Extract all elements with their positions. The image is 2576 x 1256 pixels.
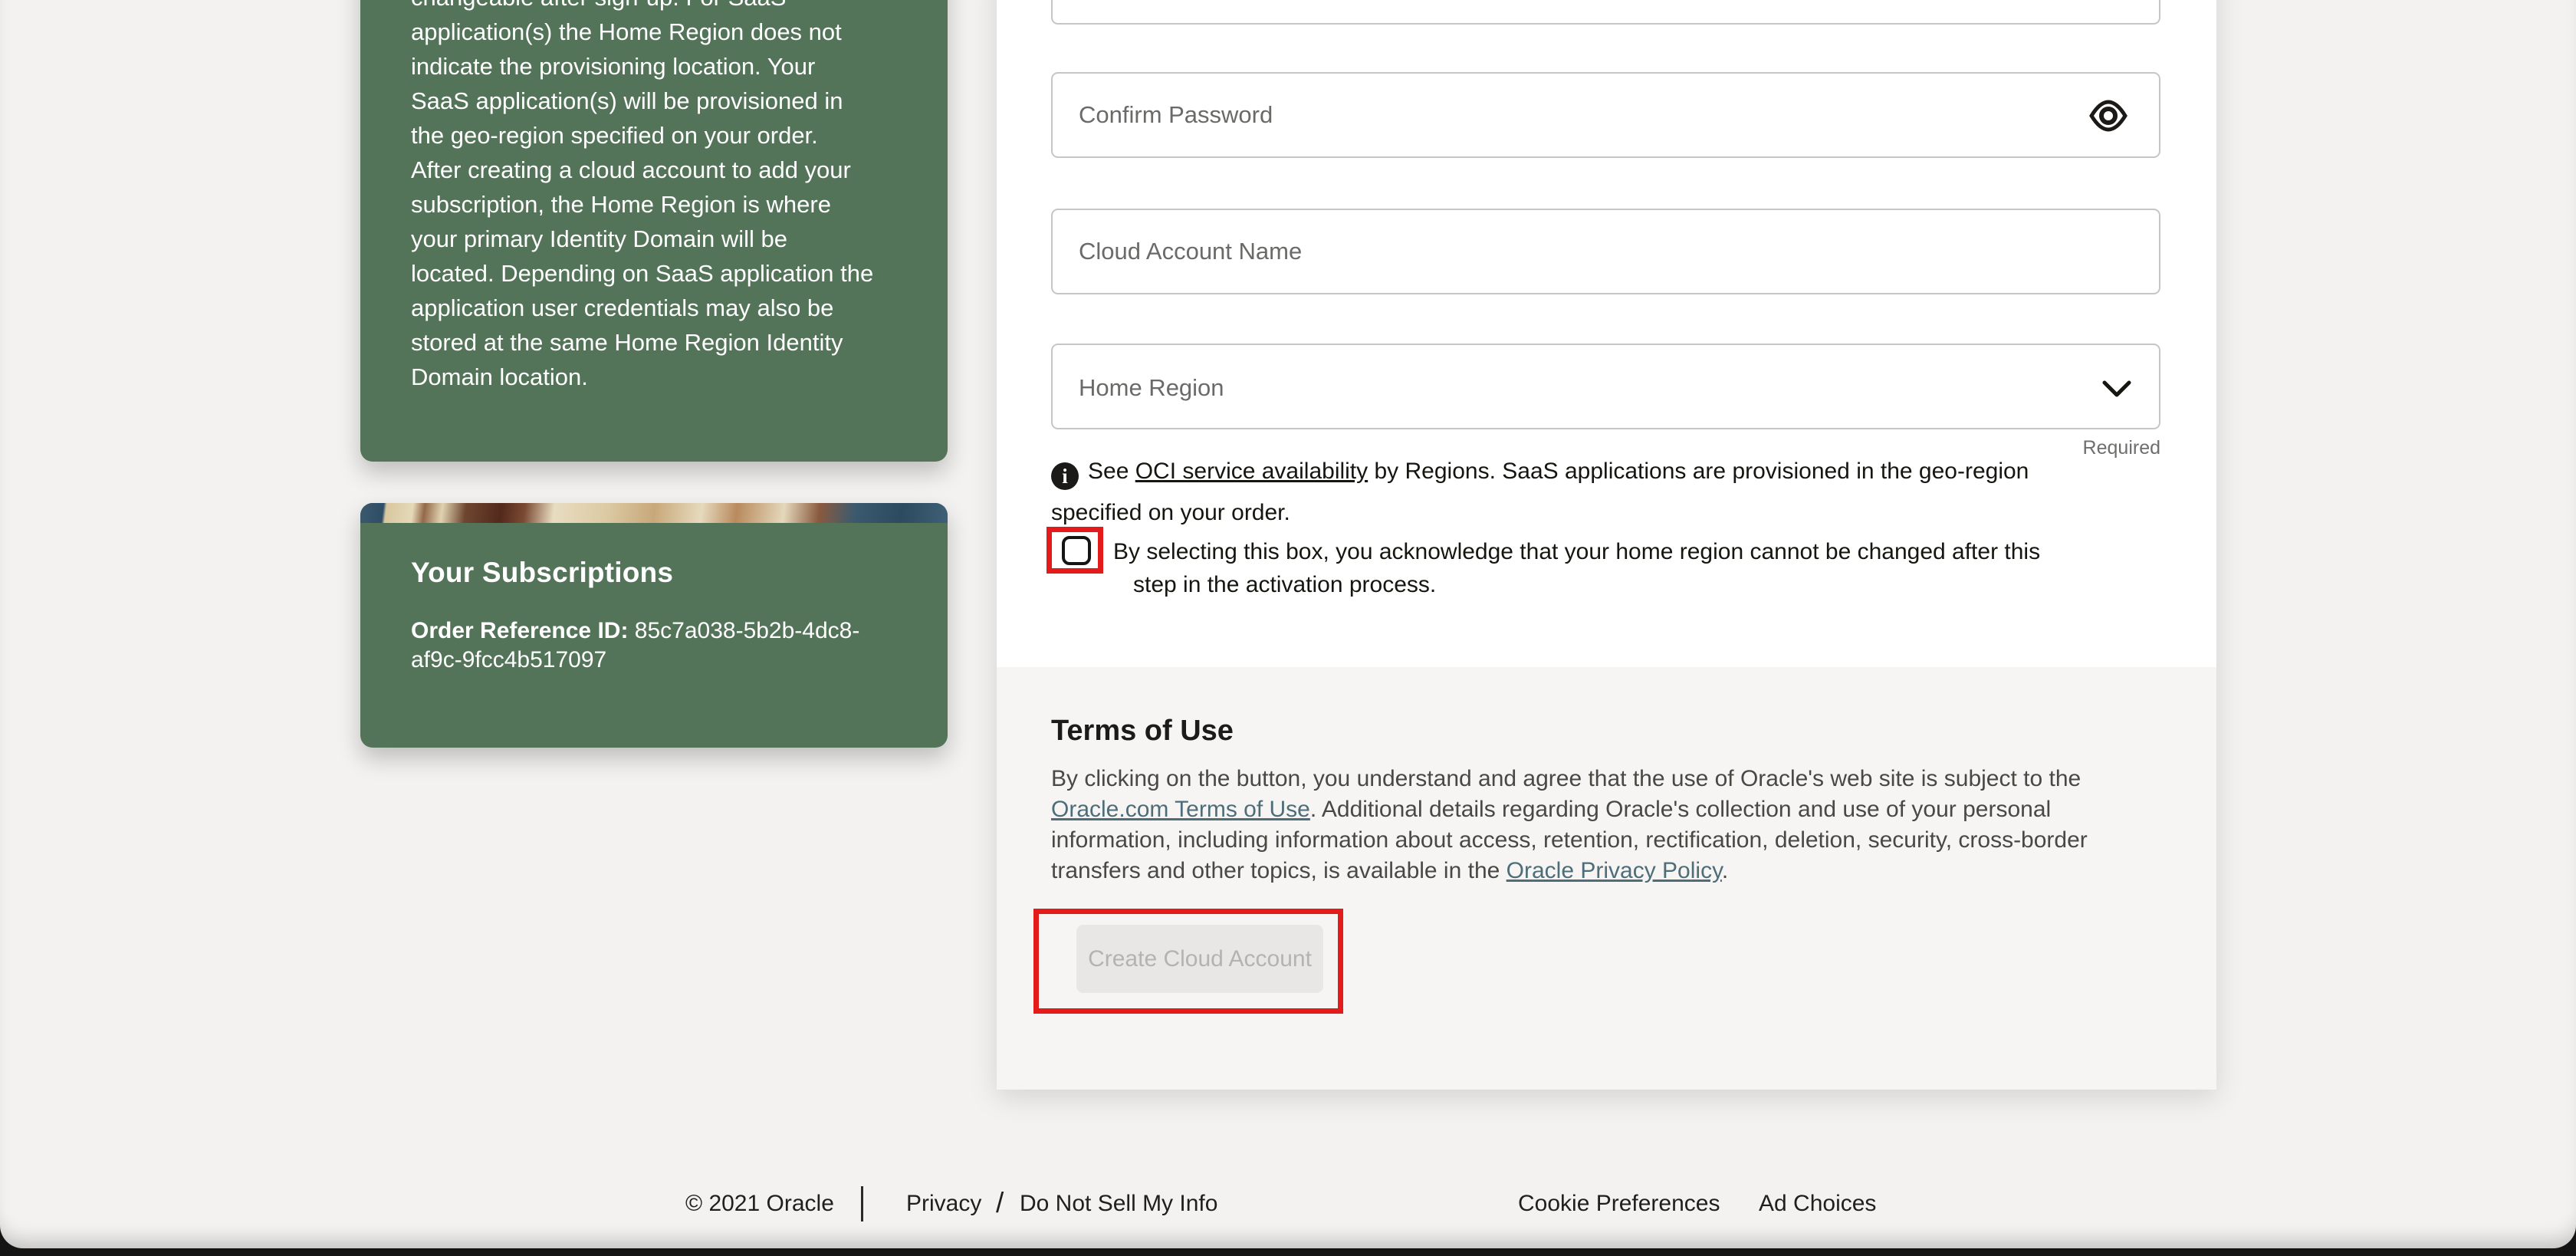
home-region-placeholder: Home Region — [1079, 374, 1224, 402]
region-availability-note-line2: specified on your order. — [1051, 500, 1290, 526]
home-region-select[interactable]: Home Region — [1051, 344, 2160, 429]
order-reference-label: Order Reference ID: — [411, 618, 628, 643]
footer-divider — [861, 1186, 863, 1221]
show-password-button[interactable] — [2084, 97, 2133, 136]
terms-of-use-paragraph: By clicking on the button, you understan… — [1051, 764, 2154, 886]
ad-choices-link[interactable]: Ad Choices — [1759, 1191, 1876, 1217]
subscriptions-title: Your Subscriptions — [411, 557, 673, 589]
privacy-link[interactable]: Privacy — [906, 1191, 981, 1217]
subscriptions-banner-image — [360, 503, 948, 523]
home-region-info-text: changeable after sign-up. For SaaS appli… — [411, 0, 899, 394]
oracle-privacy-policy-link[interactable]: Oracle Privacy Policy — [1506, 858, 1722, 883]
region-availability-note: i See OCI service availability by Regions… — [1051, 459, 2201, 490]
subscriptions-panel: Your Subscriptions Order Reference ID: 8… — [360, 503, 948, 748]
do-not-sell-my-info-link[interactable]: Do Not Sell My Info — [1020, 1191, 1217, 1217]
eye-icon — [2088, 99, 2128, 133]
acknowledgement-label-line1: By selecting this box, you acknowledge t… — [1113, 539, 2040, 565]
cloud-account-name-field[interactable] — [1051, 209, 2160, 294]
home-region-info-panel: changeable after sign-up. For SaaS appli… — [360, 0, 948, 462]
acknowledgement-label-line2: step in the activation process. — [1133, 572, 1436, 598]
confirm-password-field[interactable] — [1051, 72, 2160, 158]
footer-slash: / — [996, 1187, 1004, 1219]
password-field-cutoff[interactable] — [1051, 0, 2160, 25]
info-icon: i — [1051, 462, 1079, 490]
oracle-terms-of-use-link[interactable]: Oracle.com Terms of Use — [1051, 797, 1310, 822]
create-cloud-account-button[interactable]: Create Cloud Account — [1076, 925, 1323, 993]
oci-service-availability-link[interactable]: OCI service availability — [1135, 459, 1368, 484]
required-label: Required — [1051, 437, 2160, 459]
chevron-down-icon — [2102, 380, 2131, 399]
order-reference: Order Reference ID: 85c7a038-5b2b-4dc8-a… — [411, 616, 886, 675]
footer-copyright: © 2021 Oracle — [685, 1191, 834, 1217]
note-line1-rest: by Regions. SaaS applications are provis… — [1368, 459, 2029, 484]
note-prefix: See — [1088, 459, 1135, 484]
terms-of-use-heading: Terms of Use — [1051, 715, 1234, 748]
terms-body-part3: . — [1722, 858, 1728, 883]
cookie-preferences-link[interactable]: Cookie Preferences — [1518, 1191, 1720, 1217]
home-region-acknowledgement-checkbox[interactable] — [1062, 536, 1091, 565]
terms-body-part1: By clicking on the button, you understan… — [1051, 766, 2081, 791]
page: changeable after sign-up. For SaaS appli… — [0, 0, 2576, 1256]
